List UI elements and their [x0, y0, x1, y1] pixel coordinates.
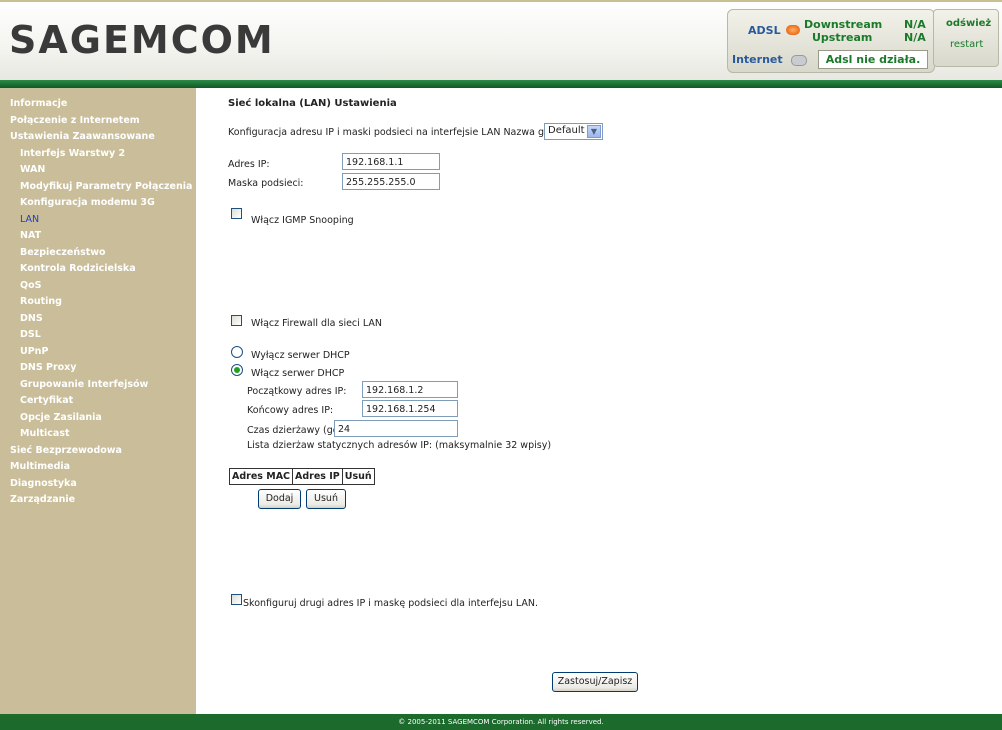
subnet-mask-input[interactable]: 255.255.255.0 — [342, 173, 440, 190]
sidebar-item-siec-bezprzewodowa[interactable]: Sieć Bezprzewodowa — [0, 443, 196, 460]
restart-link[interactable]: restart — [950, 39, 983, 50]
sidebar-item-certyfikat[interactable]: Certyfikat — [0, 393, 196, 410]
sidebar-item-grupowanie-interfejsow[interactable]: Grupowanie Interfejsów — [0, 377, 196, 394]
column-header-ip: Adres IP — [292, 468, 343, 485]
downstream-label: Downstream — [804, 18, 883, 31]
status-message: Adsl nie działa. — [818, 50, 928, 69]
igmp-snooping-checkbox[interactable] — [231, 208, 242, 219]
internet-label: Internet — [732, 53, 783, 66]
upstream-value: N/A — [904, 31, 926, 44]
dhcp-enable-label: Włącz serwer DHCP — [251, 368, 345, 379]
sidebar-item-modem-3g[interactable]: Konfiguracja modemu 3G — [0, 195, 196, 212]
sidebar-item-opcje-zasilania[interactable]: Opcje Zasilania — [0, 410, 196, 427]
static-lease-label: Lista dzierżaw statycznych adresów IP: (… — [247, 440, 552, 451]
sidebar-item-interfejs-warstwy-2[interactable]: Interfejs Warstwy 2 — [0, 146, 196, 163]
header-top-line — [0, 0, 1002, 2]
end-ip-input[interactable]: 192.168.1.254 — [362, 400, 458, 417]
sidebar-item-dns-proxy[interactable]: DNS Proxy — [0, 360, 196, 377]
second-ip-checkbox[interactable] — [231, 594, 242, 605]
internet-led-icon — [791, 55, 807, 66]
sagemcom-logo: SAGEMCOM — [9, 18, 275, 62]
header: SAGEMCOM ADSL Downstream Upstream N/A N/… — [0, 0, 1002, 86]
status-box: ADSL Downstream Upstream N/A N/A Interne… — [727, 9, 935, 73]
dhcp-enable-radio[interactable] — [231, 364, 243, 376]
start-ip-input[interactable]: 192.168.1.2 — [362, 381, 458, 398]
sidebar-item-qos[interactable]: QoS — [0, 278, 196, 295]
add-button[interactable]: Dodaj — [258, 489, 301, 509]
adsl-label: ADSL — [748, 24, 781, 37]
sidebar-item-kontrola-rodzicielska[interactable]: Kontrola Rodzicielska — [0, 261, 196, 278]
sidebar-item-bezpieczenstwo[interactable]: Bezpieczeństwo — [0, 245, 196, 262]
group-select-value: Default — [548, 125, 585, 136]
sidebar-item-zarzadzanie[interactable]: Zarządzanie — [0, 492, 196, 509]
footer-copyright: © 2005-2011 SAGEMCOM Corporation. All ri… — [0, 714, 1002, 730]
refresh-link[interactable]: odśwież — [946, 18, 991, 29]
group-select[interactable]: Default ▼ — [544, 123, 603, 140]
sidebar-item-informacje[interactable]: Informacje — [0, 96, 196, 113]
downstream-value: N/A — [904, 18, 926, 31]
lease-time-input[interactable]: 24 — [334, 420, 458, 437]
start-ip-label: Początkowy adres IP: — [247, 386, 347, 397]
column-header-mac: Adres MAC — [228, 468, 294, 485]
firewall-lan-checkbox[interactable] — [231, 315, 242, 326]
sidebar-item-lan[interactable]: LAN — [0, 212, 196, 229]
mask-label: Maska podsieci: — [228, 178, 304, 189]
connection-status-panel: ADSL Downstream Upstream N/A N/A Interne… — [727, 9, 999, 73]
sidebar-nav: Informacje Połączenie z Internetem Ustaw… — [0, 96, 196, 509]
sidebar-item-wan[interactable]: WAN — [0, 162, 196, 179]
sidebar-item-diagnostyka[interactable]: Diagnostyka — [0, 476, 196, 493]
upstream-label: Upstream — [812, 31, 873, 44]
apply-save-button[interactable]: Zastosuj/Zapisz — [552, 672, 638, 692]
sidebar-item-multicast[interactable]: Multicast — [0, 426, 196, 443]
header-green-bar — [0, 80, 1002, 88]
sidebar-item-dns[interactable]: DNS — [0, 311, 196, 328]
column-header-remove: Usuń — [341, 468, 375, 485]
dhcp-disable-label: Wyłącz serwer DHCP — [251, 350, 350, 361]
dhcp-disable-radio[interactable] — [231, 346, 243, 358]
end-ip-label: Końcowy adres IP: — [247, 405, 334, 416]
sidebar-item-ustawienia-zaawansowane[interactable]: Ustawienia Zaawansowane — [0, 129, 196, 146]
igmp-snooping-label: Włącz IGMP Snooping — [251, 215, 354, 226]
second-ip-label: Skonfiguruj drugi adres IP i maskę podsi… — [243, 598, 539, 609]
chevron-down-icon: ▼ — [587, 125, 601, 138]
intro-text: Konfiguracja adresu IP i maski podsieci … — [228, 127, 566, 138]
sidebar-item-polaczenie-z-internetem[interactable]: Połączenie z Internetem — [0, 113, 196, 130]
remove-button[interactable]: Usuń — [306, 489, 346, 509]
main-content: Sieć lokalna (LAN) Ustawienia Konfigurac… — [196, 88, 1002, 714]
sidebar-item-nat[interactable]: NAT — [0, 228, 196, 245]
sidebar-item-multimedia[interactable]: Multimedia — [0, 459, 196, 476]
adsl-led-icon — [786, 25, 800, 35]
sidebar-item-routing[interactable]: Routing — [0, 294, 196, 311]
ip-label: Adres IP: — [228, 159, 270, 170]
sidebar-item-dsl[interactable]: DSL — [0, 327, 196, 344]
sidebar: Informacje Połączenie z Internetem Ustaw… — [0, 88, 196, 714]
firewall-lan-label: Włącz Firewall dla sieci LAN — [251, 318, 382, 329]
sidebar-item-upnp[interactable]: UPnP — [0, 344, 196, 361]
table-header-row: Adres MAC Adres IP Usuń — [228, 468, 375, 485]
status-actions: odśwież restart — [933, 9, 999, 67]
static-lease-table: Adres MAC Adres IP Usuń — [228, 468, 375, 485]
page-title: Sieć lokalna (LAN) Ustawienia — [228, 98, 397, 109]
sidebar-item-modyfikuj-parametry[interactable]: Modyfikuj Parametry Połączenia — [0, 179, 196, 196]
ip-address-input[interactable]: 192.168.1.1 — [342, 153, 440, 170]
